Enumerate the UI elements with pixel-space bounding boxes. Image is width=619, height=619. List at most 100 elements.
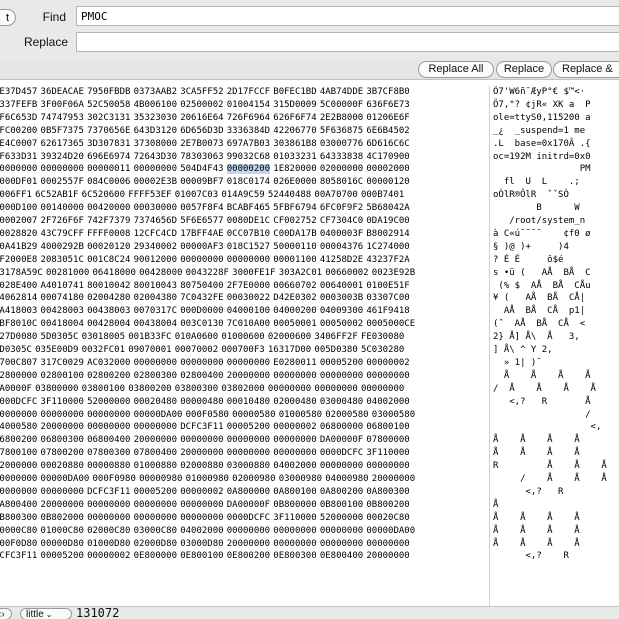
hex-cell[interactable]: 001C8C24 <box>87 255 130 265</box>
hex-cell[interactable]: 000F0980 <box>93 474 136 484</box>
hex-cell[interactable]: 5D0305C <box>41 332 79 342</box>
hex-row[interactable]: 6F633D31 39324D20696E6974 72643D3078303063… <box>0 151 413 163</box>
hex-cell[interactable]: 0B5F7375 <box>41 126 84 136</box>
hex-row[interactable]: 0000000000000000DCFC3F110000520000000002… <box>0 486 413 498</box>
hex-cell[interactable]: 1C274000 <box>366 242 409 252</box>
hex-cell[interactable]: 52000000 <box>87 397 130 407</box>
hex-cell[interactable]: 02000880 <box>180 461 223 471</box>
hex-cell[interactable]: 00000002 <box>366 358 409 368</box>
hex-cell[interactable]: 42206770 <box>273 126 316 136</box>
hex-cell[interactable]: 5F6E6577 <box>180 216 223 226</box>
hex-cell[interactable]: 02000580 <box>325 410 368 420</box>
hex-cell[interactable]: 0A418003 <box>0 306 37 316</box>
hex-row[interactable]: 52000000 0002088000000880 0100088002000880… <box>0 460 413 472</box>
hex-cell[interactable]: E0280011 <box>273 358 316 368</box>
hex-cell[interactable]: 00000000 <box>134 358 177 368</box>
hex-row[interactable]: DA0000F038000000380010003800200038003000… <box>0 383 408 395</box>
hex-cell[interactable]: 02000D80 <box>134 539 177 549</box>
text-row[interactable]: AÅ BÅ CÅ p1| <box>493 305 585 317</box>
hex-cell[interactable]: 00000DA00 <box>134 410 183 420</box>
hex-cell[interactable]: 04009300 <box>320 306 363 316</box>
hex-cell[interactable]: 43237F2A <box>366 255 409 265</box>
hex-cell[interactable]: BCABF465 <box>227 203 270 213</box>
hex-cell[interactable]: 90012000 <box>134 255 177 265</box>
hex-cell[interactable]: 00000000 <box>273 526 316 536</box>
text-data-pane[interactable]: Ö7'W6ñ¯ÆyP°€ $™<· Ö7,°? ¢jR« XK a Pole=tt… <box>490 86 619 606</box>
hex-cell[interactable]: 00428000 <box>139 268 182 278</box>
hex-cell[interactable]: 696E6974 <box>87 152 130 162</box>
hex-cell[interactable]: 20616E64 <box>180 113 223 123</box>
hex-cell[interactable]: 00050002 <box>320 319 363 329</box>
hex-cell[interactable]: 035E00D9 <box>35 345 78 355</box>
hex-cell[interactable]: 00000000 <box>134 500 177 510</box>
hex-cell[interactable]: 303A2C01 <box>279 268 322 278</box>
hex-row[interactable]: 0000DCFC 3F11000052000000 0002048000000480… <box>0 396 413 408</box>
hex-cell[interactable]: 0B800000 <box>273 500 316 510</box>
hex-cell[interactable]: B0FEC1BD <box>273 87 316 97</box>
hex-cell[interactable]: 003C0130 <box>180 319 223 329</box>
hex-cell[interactable]: 00000DA00 <box>366 526 415 536</box>
hex-cell[interactable]: 0006FF1 <box>0 190 32 200</box>
hex-cell[interactable]: DCFC3F11 <box>180 422 223 432</box>
hex-cell[interactable]: 636F6E73 <box>366 100 409 110</box>
hex-cell[interactable]: 00002E3B <box>134 177 177 187</box>
hex-cell[interactable]: 0E800000 <box>134 551 177 561</box>
hex-row[interactable]: 13178A59C00281000 0641800000428000 0043228… <box>0 267 418 279</box>
hex-row[interactable]: 0680020006800300068004002000000000000000… <box>0 434 413 446</box>
hex-cell[interactable]: 3F110000 <box>41 397 84 407</box>
hex-cell[interactable]: 3700C807 <box>0 358 37 368</box>
hex-cell[interactable]: 0023E92B <box>372 268 415 278</box>
replace-and-find-button[interactable]: Replace & <box>553 61 619 78</box>
hex-cell[interactable]: 00438004 <box>134 319 177 329</box>
text-row[interactable]: s •ü ( AÅ BÅ C <box>493 267 591 279</box>
hex-cell[interactable]: 72643D30 <box>134 152 177 162</box>
hex-cell[interactable]: 5FC00200 <box>0 126 37 136</box>
hex-cell[interactable]: D42E0302 <box>273 293 316 303</box>
hex-cell[interactable]: 01206E6F <box>366 113 409 123</box>
hex-cell[interactable]: 5D0305C <box>0 345 32 355</box>
hex-cell[interactable]: 0005000CE <box>366 319 415 329</box>
hex-cell[interactable]: 000D0000 <box>180 306 223 316</box>
hex-cell[interactable]: 0003003B <box>320 293 363 303</box>
hex-cell[interactable]: 41258D2E <box>320 255 363 265</box>
hex-cell[interactable]: 00000000 <box>227 435 270 445</box>
text-row[interactable]: / Å Å Å <box>493 473 607 485</box>
hex-cell[interactable]: 6C520600 <box>82 190 125 200</box>
hex-cell[interactable]: 3D307831 <box>87 139 130 149</box>
hex-cell[interactable]: 04002000 <box>366 397 409 407</box>
hex-cell[interactable]: 0B800300 <box>0 513 37 523</box>
hex-cell[interactable]: 02800200 <box>87 371 130 381</box>
hex-cell[interactable]: 00420000 <box>87 203 130 213</box>
hex-cell[interactable]: AC032000 <box>87 358 130 368</box>
hex-cell[interactable]: 00000D80 <box>41 539 84 549</box>
hex-cell[interactable]: 0373AAB2 <box>134 87 177 97</box>
hex-row[interactable]: 00002007 2F726F6F742F7379 7374656D5F6E6577… <box>0 215 413 227</box>
hex-row[interactable]: 04062814 0007418002004280 020043807C0432FE… <box>0 292 413 304</box>
hex-cell[interactable]: 00000000 <box>227 358 270 368</box>
text-row[interactable]: /root/system_n <box>493 215 585 227</box>
hex-cell[interactable]: 3F110000 <box>366 448 409 458</box>
hex-row[interactable]: 2E4C0007 626173653D307831 373080002E7B0073… <box>0 138 413 150</box>
hex-cell[interactable]: 80010043 <box>134 281 177 291</box>
hex-cell[interactable]: 00000000 <box>320 461 363 471</box>
hex-row[interactable]: 0A418003 0042800300438003 0070317C000D0000… <box>0 305 413 317</box>
hex-cell[interactable]: 09070001 <box>128 345 171 355</box>
hex-cell[interactable]: 03800000 <box>35 384 78 394</box>
text-row[interactable]: R Å Å Å <box>493 460 607 472</box>
hex-cell[interactable]: 06800100 <box>366 422 409 432</box>
hex-cell[interactable]: 2E2B8000 <box>320 113 363 123</box>
hex-row[interactable]: 0A80040020000000000000000000000000000000… <box>0 499 413 511</box>
hex-cell[interactable]: 01000980 <box>186 474 229 484</box>
hex-cell[interactable]: A4010741 <box>41 281 84 291</box>
hex-cell[interactable]: 5F636875 <box>320 126 363 136</box>
hex-cell[interactable]: 52000000 <box>0 461 37 471</box>
hex-cell[interactable]: 1E820000 <box>273 164 316 174</box>
hex-cell[interactable]: 62617365 <box>41 139 84 149</box>
hex-cell[interactable]: 02000480 <box>273 397 316 407</box>
find-input[interactable] <box>76 6 619 26</box>
hex-cell[interactable]: 00428004 <box>87 319 130 329</box>
hex-cell[interactable]: 00000000 <box>273 371 316 381</box>
offset-mode-toggle[interactable]: ‹› <box>0 608 12 619</box>
hex-cell[interactable]: 00070002 <box>175 345 218 355</box>
hex-cell[interactable]: CF002752 <box>273 216 316 226</box>
